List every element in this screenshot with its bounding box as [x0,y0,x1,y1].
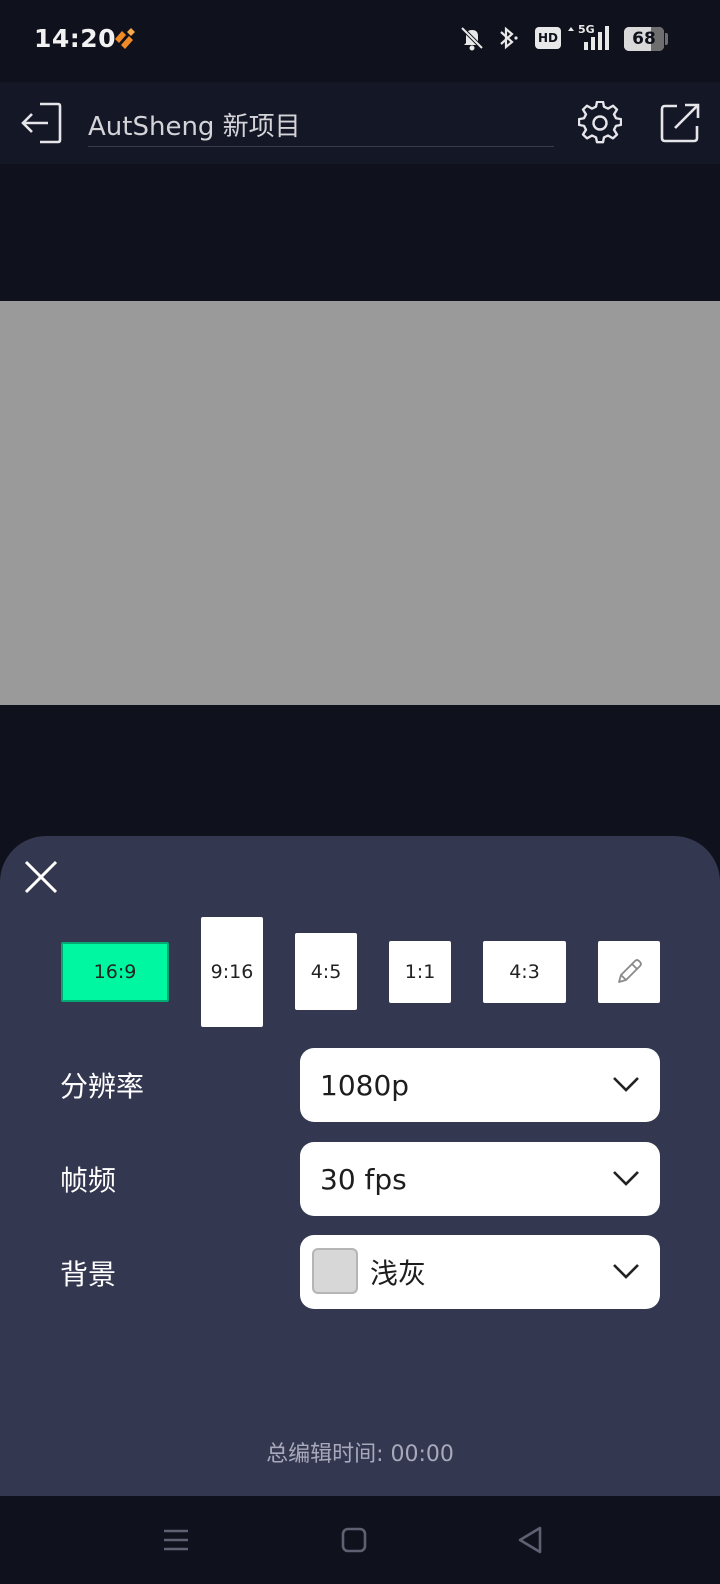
ratio-label: 4:5 [310,960,342,983]
close-icon[interactable] [22,858,60,896]
frame-rate-label: 帧频 [60,1164,117,1197]
resolution-value: 1080p [320,1068,410,1102]
signal-5g-icon [584,26,609,50]
exit-icon[interactable] [18,100,64,146]
preview-canvas [0,301,720,705]
battery-tip [665,33,668,45]
home-icon[interactable] [337,1523,371,1557]
ratio-label: 9:16 [210,961,254,983]
bluetooth-icon [500,26,518,50]
bell-off-icon [460,26,484,51]
ratio-9-16-button[interactable]: 9:16 [201,917,263,1027]
back-icon[interactable] [513,1523,547,1557]
project-title-field[interactable]: AutSheng 新项目 [88,100,554,147]
chevron-down-icon [613,1171,639,1186]
frame-rate-value: 30 fps [320,1162,407,1196]
background-label: 背景 [60,1258,117,1291]
battery-icon: 68 [624,27,664,51]
background-color-swatch [312,1248,358,1294]
frame-rate-select[interactable]: 30 fps [300,1142,660,1216]
pencil-icon [618,959,642,983]
resolution-label: 分辨率 [60,1070,145,1103]
hd-icon: HD [535,27,561,49]
ratio-4-3-button[interactable]: 4:3 [483,941,566,1003]
ratio-16-9-button[interactable]: 16:9 [61,942,169,1002]
resolution-select[interactable]: 1080p [300,1048,660,1122]
background-value: 浅灰 [370,1257,427,1290]
ratio-1-1-button[interactable]: 1:1 [389,941,451,1003]
gear-icon[interactable] [578,101,622,145]
project-title: AutSheng 新项目 [88,112,301,142]
data-arrows-icon [568,27,574,31]
chevron-down-icon [613,1077,639,1092]
ratio-4-5-button[interactable]: 4:5 [295,933,357,1010]
share-icon[interactable] [659,102,701,144]
background-select[interactable]: 浅灰 [300,1235,660,1309]
chevron-down-icon [613,1264,639,1279]
total-edit-time: 总编辑时间: 00:00 [266,1442,454,1467]
ratio-label: 1:1 [404,961,436,983]
ratio-label: 4:3 [509,961,540,983]
menu-icon[interactable] [159,1523,193,1557]
battery-level: 68 [632,29,656,49]
app-logo-icon [115,28,135,49]
status-time: 14:20 [34,24,117,53]
custom-ratio-button[interactable] [598,941,660,1003]
ratio-label: 16:9 [93,961,137,983]
